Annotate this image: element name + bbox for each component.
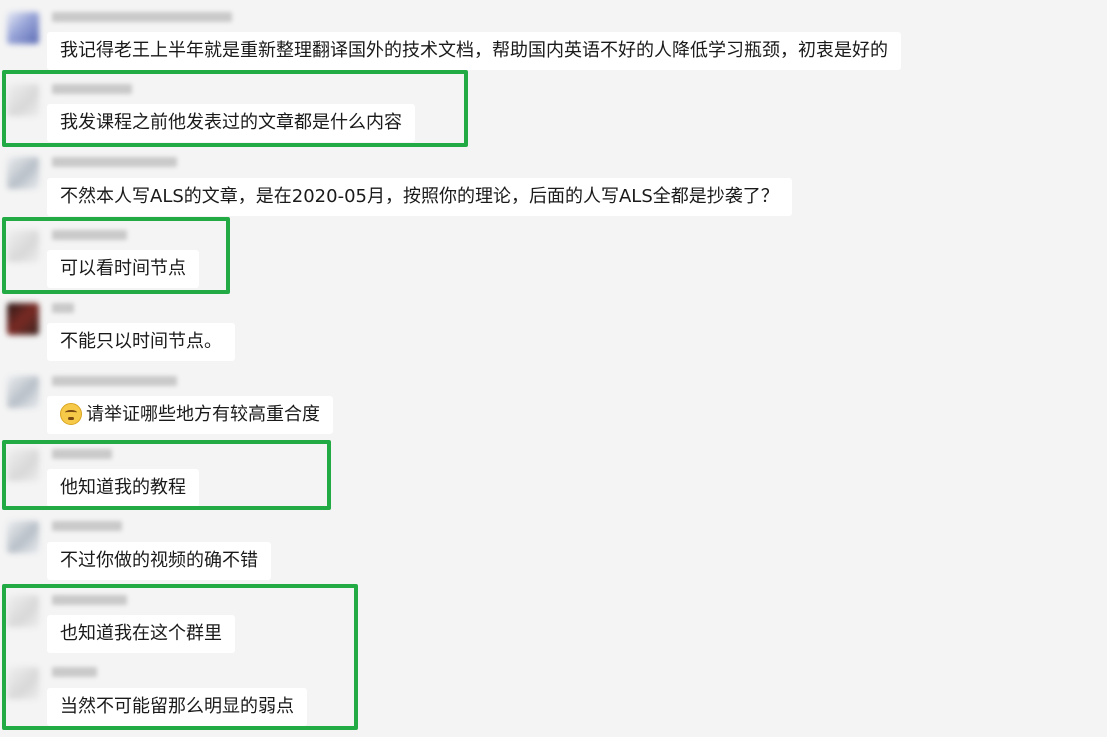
message-bubble[interactable]: 当然不可能留那么明显的弱点 <box>47 688 307 726</box>
message-bubble[interactable]: 我记得老王上半年就是重新整理翻译国外的技术文档，帮助国内英语不好的人降低学习瓶颈… <box>47 32 901 70</box>
message-bubble[interactable]: 不能只以时间节点。 <box>47 323 235 361</box>
message-bubble[interactable]: 他知道我的教程 <box>47 469 199 507</box>
message-bubble[interactable]: 我发课程之前他发表过的文章都是什么内容 <box>47 104 415 142</box>
sender-name <box>52 303 74 313</box>
sender-name <box>52 84 132 94</box>
avatar[interactable] <box>7 449 39 481</box>
sender-name <box>52 667 97 677</box>
sender-name <box>52 376 177 386</box>
message-text: 我发课程之前他发表过的文章都是什么内容 <box>60 112 402 133</box>
message-text: 我记得老王上半年就是重新整理翻译国外的技术文档，帮助国内英语不好的人降低学习瓶颈… <box>60 40 888 61</box>
message-text: 请举证哪些地方有较高重合度 <box>86 404 320 425</box>
sender-name <box>52 449 112 459</box>
message-bubble[interactable]: 不然本人写ALS的文章，是在2020-05月，按照你的理论，后面的人写ALS全都… <box>47 178 792 216</box>
message-text: 不过你做的视频的确不错 <box>60 550 258 571</box>
message-bubble[interactable]: 可以看时间节点 <box>47 250 199 288</box>
avatar[interactable] <box>7 521 39 553</box>
message-text: 可以看时间节点 <box>60 258 186 279</box>
avatar[interactable] <box>7 667 39 699</box>
message-bubble[interactable]: 不过你做的视频的确不错 <box>47 542 271 580</box>
message-text: 也知道我在这个群里 <box>60 623 222 644</box>
message-text: 不然本人写ALS的文章，是在2020-05月，按照你的理论，后面的人写ALS全都… <box>60 186 779 207</box>
avatar[interactable] <box>7 376 39 408</box>
sender-name <box>52 157 177 167</box>
avatar[interactable] <box>7 595 39 627</box>
avatar[interactable] <box>7 230 39 262</box>
avatar[interactable] <box>7 84 39 116</box>
sender-name <box>52 521 122 531</box>
avatar[interactable] <box>7 157 39 189</box>
message-text: 当然不可能留那么明显的弱点 <box>60 696 294 717</box>
sender-name <box>52 230 127 240</box>
sender-name <box>52 595 127 605</box>
message-bubble[interactable]: 请举证哪些地方有较高重合度 <box>47 396 333 434</box>
avatar[interactable] <box>7 12 39 44</box>
message-text: 不能只以时间节点。 <box>60 331 222 352</box>
message-bubble[interactable]: 也知道我在这个群里 <box>47 615 235 653</box>
avatar[interactable] <box>7 303 39 335</box>
sender-name <box>52 12 232 22</box>
rolling-eyes-emoji-icon <box>60 403 82 425</box>
message-text: 他知道我的教程 <box>60 477 186 498</box>
